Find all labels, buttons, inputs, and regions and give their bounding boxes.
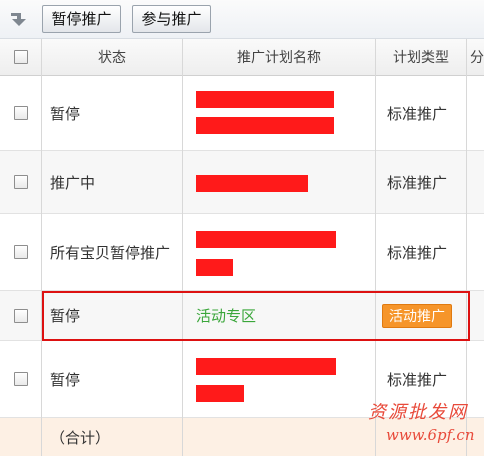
header-plan-name[interactable]: 推广计划名称 [183, 39, 375, 75]
header-status[interactable]: 状态 [42, 39, 182, 75]
join-promotion-button[interactable]: 参与推广 [132, 5, 211, 33]
status-cell: 暂停 [50, 370, 81, 389]
row-checkbox[interactable] [14, 245, 28, 259]
column-divider [375, 39, 376, 456]
row-checkbox[interactable] [14, 106, 28, 120]
row-checkbox-cell [14, 341, 28, 417]
collapse-arrow-icon[interactable] [9, 10, 29, 28]
table-header: 状态 推广计划名称 计划类型 分 [0, 39, 484, 76]
column-divider [466, 39, 467, 456]
header-plan-type[interactable]: 计划类型 [376, 39, 466, 75]
header-extra: 分 [470, 50, 484, 66]
row-checkbox-cell [14, 76, 28, 150]
redacted-plan-name [196, 231, 336, 248]
plan-type-cell: 标准推广 [387, 173, 448, 192]
toolbar: 暂停推广 参与推广 [0, 0, 484, 39]
redacted-plan-name [196, 91, 334, 108]
watermark: 资源批发网 www.6pf.cn [368, 398, 480, 450]
row-checkbox[interactable] [14, 175, 28, 189]
redacted-plan-name [196, 175, 308, 192]
redacted-plan-name [196, 117, 334, 134]
redacted-plan-name [196, 385, 244, 402]
table-row[interactable]: 推广中 标准推广 [0, 151, 484, 214]
row-checkbox[interactable] [14, 372, 28, 386]
header-checkbox-cell [0, 39, 41, 75]
table-row[interactable]: 暂停 标准推广 [0, 76, 484, 151]
watermark-url: www.6pf.cn [386, 426, 475, 444]
column-divider [182, 39, 183, 456]
campaign-table: 状态 推广计划名称 计划类型 分 暂停 标准推广 推广中 标准推广 所有宝贝暂停… [0, 39, 484, 456]
row-checkbox-cell [14, 151, 28, 213]
row-checkbox-cell [14, 214, 28, 290]
row-checkbox[interactable] [14, 308, 28, 323]
status-cell: 暂停 [50, 104, 81, 123]
redacted-plan-name [196, 358, 336, 375]
plan-type-cell: 标准推广 [387, 104, 448, 123]
plan-type-cell: 标准推广 [387, 243, 448, 262]
status-cell: 推广中 [50, 173, 96, 192]
pause-promotion-button[interactable]: 暂停推广 [42, 5, 121, 33]
total-label: （合计） [50, 428, 111, 447]
row-checkbox-cell [14, 291, 28, 340]
highlight-box [42, 291, 470, 341]
column-divider [41, 39, 42, 456]
select-all-checkbox[interactable] [13, 50, 28, 64]
watermark-title: 资源批发网 [368, 402, 468, 423]
status-cell: 所有宝贝暂停推广 [50, 243, 171, 262]
table-row[interactable]: 所有宝贝暂停推广 标准推广 [0, 214, 484, 291]
redacted-plan-name [196, 259, 233, 276]
